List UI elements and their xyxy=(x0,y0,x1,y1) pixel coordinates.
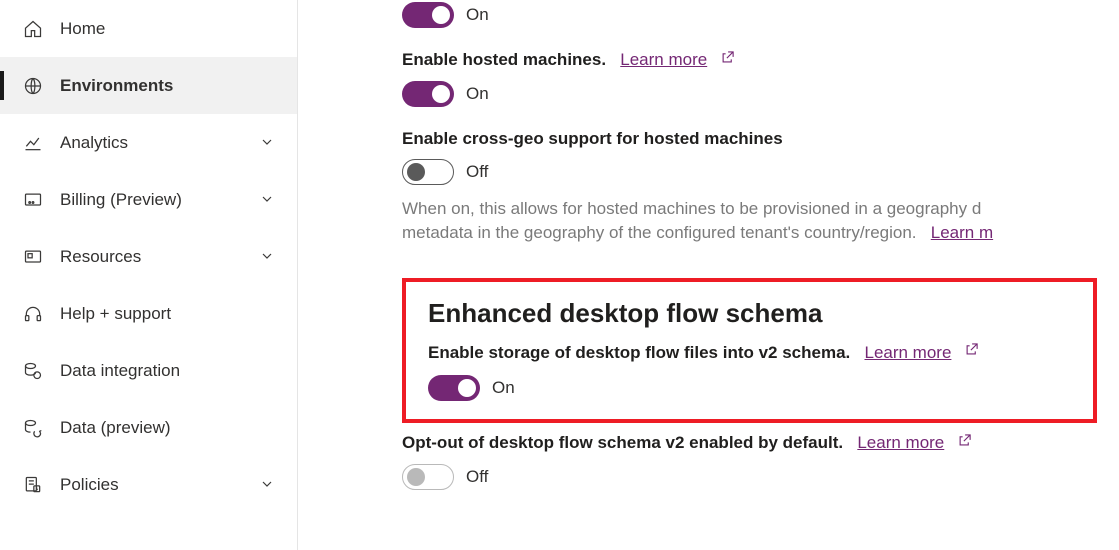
toggle-cross-geo[interactable] xyxy=(402,159,454,185)
setting-hosted-machines: Enable hosted machines. Learn more On xyxy=(402,50,1119,107)
external-link-icon xyxy=(964,342,979,362)
toggle-state: On xyxy=(492,378,515,398)
learn-more-link[interactable]: Learn m xyxy=(931,223,993,242)
setting-toggle-row: Off xyxy=(402,159,1119,185)
nav-label: Billing (Preview) xyxy=(60,190,259,210)
toggle-optout[interactable] xyxy=(402,464,454,490)
nav-label: Data (preview) xyxy=(60,418,277,438)
label-text: Opt-out of desktop flow schema v2 enable… xyxy=(402,433,843,452)
data-sync-icon xyxy=(22,417,44,439)
label-text: Enable storage of desktop flow files int… xyxy=(428,343,850,362)
setting-label: Enable hosted machines. Learn more xyxy=(402,50,1119,71)
label-text: Enable hosted machines. xyxy=(402,50,606,69)
toggle-state: Off xyxy=(466,467,488,487)
chevron-down-icon xyxy=(259,134,277,152)
learn-more-link[interactable]: Learn more xyxy=(857,433,944,452)
policies-icon xyxy=(22,474,44,496)
nav-label: Home xyxy=(60,19,277,39)
setting-label: Opt-out of desktop flow schema v2 enable… xyxy=(402,433,1119,454)
setting-toggle-row: Off xyxy=(402,464,1119,490)
learn-more-link[interactable]: Learn more xyxy=(620,50,707,69)
toggle-state: Off xyxy=(466,162,488,182)
home-icon xyxy=(22,18,44,40)
toggle-v2-schema[interactable] xyxy=(428,375,480,401)
headset-icon xyxy=(22,303,44,325)
main-content: On Enable hosted machines. Learn more On… xyxy=(298,0,1119,550)
analytics-icon xyxy=(22,132,44,154)
sidebar-item-data-preview[interactable]: Data (preview) xyxy=(0,399,297,456)
sidebar-item-resources[interactable]: Resources xyxy=(0,228,297,285)
toggle-generic[interactable] xyxy=(402,2,454,28)
chevron-down-icon xyxy=(259,476,277,494)
database-icon xyxy=(22,360,44,382)
toggle-hosted-machines[interactable] xyxy=(402,81,454,107)
external-link-icon xyxy=(957,433,972,453)
setting-cross-geo: Enable cross-geo support for hosted mach… xyxy=(402,129,1119,246)
sidebar-item-home[interactable]: Home xyxy=(0,0,297,57)
globe-icon xyxy=(22,75,44,97)
sidebar-item-billing[interactable]: Billing (Preview) xyxy=(0,171,297,228)
highlighted-section: Enhanced desktop flow schema Enable stor… xyxy=(402,278,1097,424)
sidebar-item-environments[interactable]: Environments xyxy=(0,57,297,114)
setting-toggle-row: On xyxy=(428,375,1071,401)
setting-toggle-row: On xyxy=(402,81,1119,107)
desc-line: metadata in the geography of the configu… xyxy=(402,223,917,242)
sidebar: Home Environments Analytics xyxy=(0,0,298,550)
nav-label: Resources xyxy=(60,247,259,267)
external-link-icon xyxy=(720,50,735,70)
toggle-state: On xyxy=(466,84,489,104)
nav-label: Environments xyxy=(60,76,277,96)
learn-more-link[interactable]: Learn more xyxy=(864,343,951,362)
desc-line: When on, this allows for hosted machines… xyxy=(402,199,981,218)
sidebar-item-analytics[interactable]: Analytics xyxy=(0,114,297,171)
setting-label: Enable storage of desktop flow files int… xyxy=(428,343,1071,364)
setting-label: Enable cross-geo support for hosted mach… xyxy=(402,129,1119,149)
sidebar-item-help[interactable]: Help + support xyxy=(0,285,297,342)
nav-label: Data integration xyxy=(60,361,277,381)
chevron-down-icon xyxy=(259,191,277,209)
sidebar-item-data-integration[interactable]: Data integration xyxy=(0,342,297,399)
billing-icon xyxy=(22,189,44,211)
resources-icon xyxy=(22,246,44,268)
nav-label: Help + support xyxy=(60,304,277,324)
section-title: Enhanced desktop flow schema xyxy=(428,298,1071,329)
setting-description: When on, this allows for hosted machines… xyxy=(402,197,1119,246)
chevron-down-icon xyxy=(259,248,277,266)
setting-optout: Opt-out of desktop flow schema v2 enable… xyxy=(402,433,1119,490)
toggle-state: On xyxy=(466,5,489,25)
sidebar-item-policies[interactable]: Policies xyxy=(0,456,297,513)
nav-label: Analytics xyxy=(60,133,259,153)
nav-label: Policies xyxy=(60,475,259,495)
setting-toggle-row: On xyxy=(402,2,1119,28)
